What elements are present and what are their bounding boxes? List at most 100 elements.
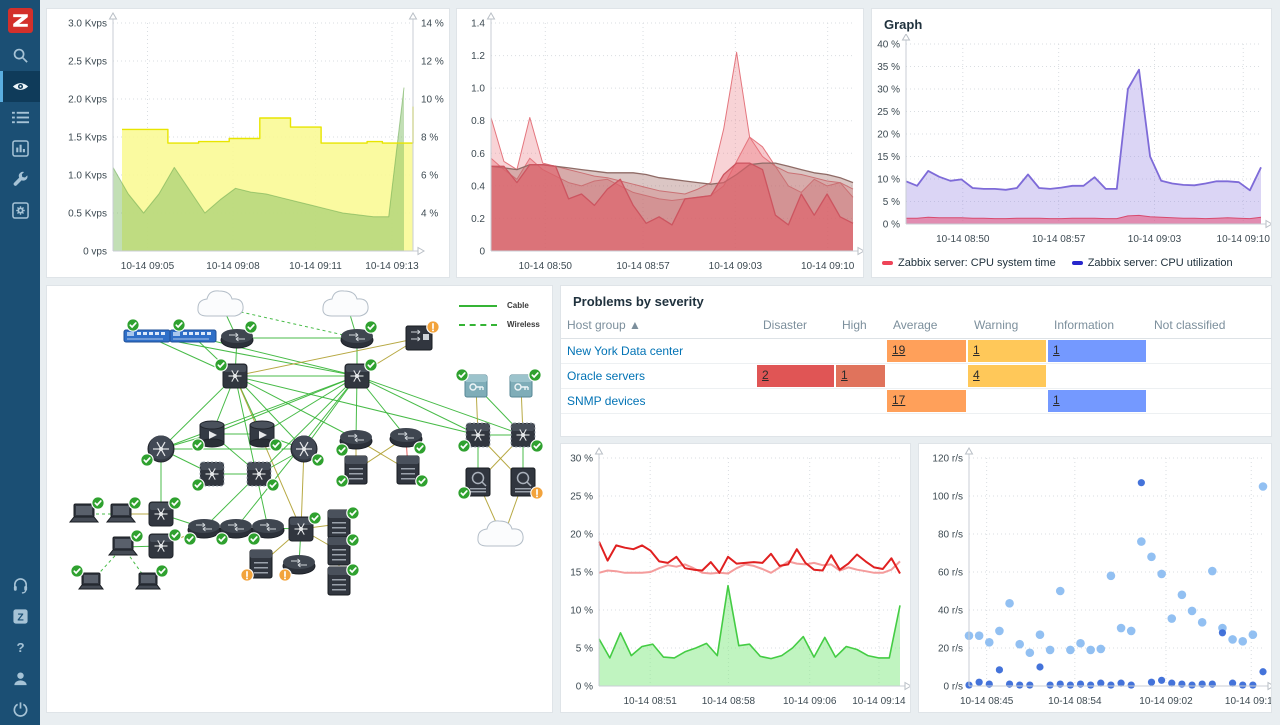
map-node-key[interactable] <box>456 369 487 397</box>
problem-count-link[interactable]: 1 <box>968 340 1046 357</box>
traffic-chart[interactable]: 10-14 09:0510-14 09:0810-14 09:1110-14 0… <box>47 9 449 282</box>
svg-text:40 r/s: 40 r/s <box>938 606 963 617</box>
cpu-lines-chart[interactable]: 10-14 08:5110-14 08:5810-14 09:0610-14 0… <box>561 444 910 717</box>
map-node-cyl[interactable] <box>250 421 282 451</box>
severity-cell-average: 17 <box>887 389 968 413</box>
severity-fill-average: 19 <box>887 340 966 362</box>
svg-text:20 %: 20 % <box>570 530 593 541</box>
problems-table-row: New York Data center1911 <box>561 339 1271 364</box>
widget-problems-by-severity: Problems by severity Host group ▲Disaste… <box>560 285 1272 437</box>
problem-count-link[interactable]: 19 <box>887 340 966 357</box>
map-node-lap[interactable] <box>107 497 141 522</box>
svg-text:0.4: 0.4 <box>471 181 485 192</box>
red-area-chart[interactable]: 10-14 08:5010-14 08:5710-14 09:0310-14 0… <box>457 9 863 282</box>
sidebar-item-support[interactable] <box>0 570 40 601</box>
problem-count-link[interactable]: 1 <box>1048 340 1146 357</box>
map-node-lap[interactable] <box>70 497 104 522</box>
sidebar-item-integrations[interactable]: Z <box>0 601 40 632</box>
services-chart-svg: 10-14 08:5010-14 08:5710-14 09:0310-14 0… <box>457 9 863 277</box>
status-ok-icon <box>192 439 204 451</box>
column-header-warning[interactable]: Warning <box>968 311 1048 338</box>
status-ok-icon <box>71 565 83 577</box>
status-ok-icon <box>216 533 228 545</box>
status-ok-icon <box>267 479 279 491</box>
map-node-fw[interactable] <box>511 468 543 499</box>
problem-count-link[interactable]: 4 <box>968 365 1046 382</box>
sidebar-item-administration[interactable] <box>0 195 40 226</box>
svg-text:10-14 09:03: 10-14 09:03 <box>709 261 763 272</box>
sidebar-item-reports[interactable] <box>0 133 40 164</box>
map-node-cloud[interactable] <box>323 291 368 316</box>
svg-text:?: ? <box>16 640 24 655</box>
sidebar-item-monitoring[interactable] <box>0 71 40 102</box>
map-node-rtr[interactable] <box>336 430 372 456</box>
severity-fill-warning: 4 <box>968 365 1046 387</box>
map-node-hub[interactable] <box>141 436 174 467</box>
map-node-rtr[interactable] <box>221 321 257 348</box>
map-node-blu[interactable] <box>124 319 170 342</box>
map-node-rtr[interactable] <box>390 428 426 454</box>
requests-scatter-chart[interactable]: 10-14 08:4510-14 08:5410-14 09:0210-14 0… <box>919 444 1271 717</box>
map-node-sw[interactable] <box>149 497 181 526</box>
sidebar-item-search[interactable] <box>0 40 40 71</box>
map-node-cloud[interactable] <box>198 291 243 316</box>
map-node-sw[interactable] <box>289 512 321 541</box>
sidebar-item-sign-out[interactable] <box>0 694 40 725</box>
svg-text:1.4: 1.4 <box>471 19 485 30</box>
map-node-srv[interactable] <box>336 456 367 487</box>
host-group-link[interactable]: New York Data center <box>567 344 683 358</box>
zabbix-logo[interactable] <box>0 0 40 40</box>
map-node-srv[interactable] <box>328 507 359 538</box>
host-group-link[interactable]: SNMP devices <box>567 394 645 408</box>
map-node-pc[interactable] <box>136 565 168 589</box>
svg-text:2.0 Kvps: 2.0 Kvps <box>68 95 107 106</box>
cpu-chart-svg: 10-14 08:5110-14 08:5810-14 09:0610-14 0… <box>561 444 910 712</box>
map-node-sw[interactable] <box>149 529 181 558</box>
column-header-high[interactable]: High <box>836 311 887 338</box>
cpu-graph-chart[interactable]: 10-14 08:5010-14 08:5710-14 09:0310-14 0… <box>872 34 1271 255</box>
problem-count-link[interactable]: 2 <box>757 365 834 382</box>
map-node-hub[interactable] <box>291 436 324 467</box>
severity-fill-high: 1 <box>836 365 885 387</box>
map-node-fw[interactable] <box>458 468 490 499</box>
column-header-average[interactable]: Average <box>887 311 968 338</box>
map-node-key[interactable] <box>510 369 541 397</box>
map-node-swd[interactable] <box>511 423 543 452</box>
map-node-srv[interactable] <box>328 564 359 595</box>
map-node-rtr[interactable] <box>341 321 377 348</box>
status-warning-icon <box>427 321 439 333</box>
column-header-not-classified[interactable]: Not classified <box>1148 311 1271 338</box>
column-header-host-group[interactable]: Host group ▲ <box>561 311 757 338</box>
map-node-app[interactable] <box>406 321 439 350</box>
map-node-srv[interactable] <box>397 456 428 487</box>
sidebar-item-configuration[interactable] <box>0 164 40 195</box>
problem-count-link[interactable]: 1 <box>1048 390 1146 407</box>
problem-count-link[interactable]: 1 <box>836 365 885 382</box>
map-node-srv[interactable] <box>328 534 359 565</box>
map-node-rtr[interactable] <box>279 555 315 581</box>
host-group-link[interactable]: Oracle servers <box>567 369 645 383</box>
map-node-srv[interactable] <box>241 550 272 581</box>
host-group-cell: Oracle servers <box>561 364 757 388</box>
map-node-rtr[interactable] <box>248 519 284 545</box>
svg-text:10 %: 10 % <box>877 175 900 186</box>
map-node-cloud[interactable] <box>478 521 523 546</box>
severity-fill-warning: 1 <box>968 340 1046 362</box>
column-header-information[interactable]: Information <box>1048 311 1148 338</box>
map-node-lap[interactable] <box>109 530 143 555</box>
network-map-svg <box>47 286 552 712</box>
map-node-blu[interactable] <box>170 319 216 342</box>
map-node-sw[interactable] <box>215 359 247 388</box>
sidebar-item-user-profile[interactable] <box>0 663 40 694</box>
map-node-pc[interactable] <box>71 565 103 589</box>
severity-cell-not_classified <box>1148 389 1271 413</box>
network-map[interactable] <box>47 286 552 717</box>
user-icon <box>12 670 29 687</box>
search-icon <box>12 47 29 64</box>
sidebar-item-help[interactable]: ? <box>0 632 40 663</box>
problem-count-link[interactable]: 17 <box>887 390 966 407</box>
map-node-rtr[interactable] <box>216 519 252 545</box>
svg-text:0.2: 0.2 <box>471 214 485 225</box>
sidebar-item-inventory[interactable] <box>0 102 40 133</box>
column-header-disaster[interactable]: Disaster <box>757 311 836 338</box>
